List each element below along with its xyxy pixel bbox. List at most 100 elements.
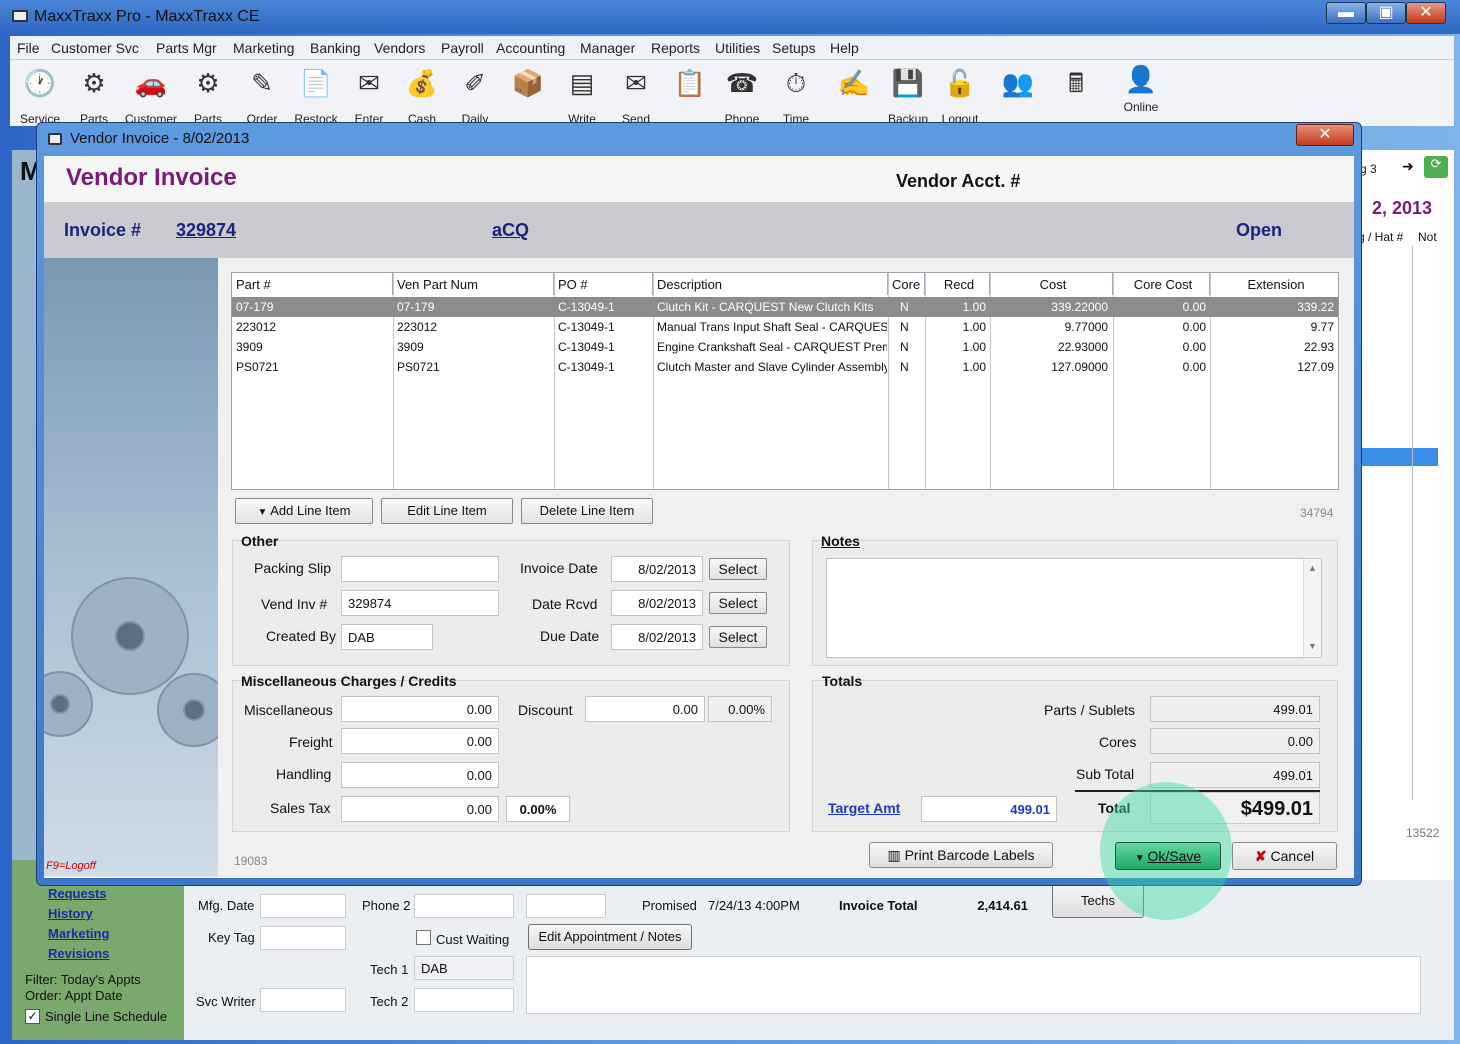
- notes-scrollbar[interactable]: ▲ ▼: [1303, 559, 1321, 657]
- column-header-cost[interactable]: Cost: [990, 273, 1113, 295]
- column-header-core[interactable]: Core: [888, 273, 925, 295]
- invoice-date-input[interactable]: 8/02/2013: [611, 556, 703, 582]
- table-row[interactable]: 3909 3909 C-13049-1 Engine Crankshaft Se…: [232, 337, 1338, 357]
- nav-history-link[interactable]: History: [48, 906, 93, 921]
- nav-marketing-link[interactable]: Marketing: [48, 926, 109, 941]
- nav-revisions-link[interactable]: Revisions: [48, 946, 109, 961]
- toolbar-daily-button[interactable]: ✐ Daily: [449, 64, 501, 126]
- freight-input[interactable]: 0.00: [341, 728, 499, 754]
- vendor-code-link[interactable]: aCQ: [492, 220, 529, 241]
- menu-marketing[interactable]: Marketing: [233, 40, 294, 56]
- edit-line-item-button[interactable]: Edit Line Item: [381, 498, 513, 524]
- date-rcvd-input[interactable]: 8/02/2013: [611, 590, 703, 616]
- target-amt-link[interactable]: Target Amt: [828, 800, 900, 816]
- print-barcode-button[interactable]: ▥ Print Barcode Labels: [869, 842, 1053, 868]
- blank-field[interactable]: [526, 894, 606, 918]
- toolbar-enter-button[interactable]: ✉ Enter: [343, 64, 395, 126]
- table-row[interactable]: 223012 223012 C-13049-1 Manual Trans Inp…: [232, 317, 1338, 337]
- refresh-icon[interactable]: ⟳: [1424, 156, 1448, 178]
- tech1-field[interactable]: DAB: [414, 956, 514, 980]
- toolbar-backup-button[interactable]: 💾 Backup: [882, 64, 934, 126]
- menu-banking[interactable]: Banking: [310, 40, 361, 56]
- sales-tax-input[interactable]: 0.00: [341, 796, 499, 822]
- menu-accounting[interactable]: Accounting: [496, 40, 565, 56]
- vend-inv-input[interactable]: 329874: [341, 590, 499, 616]
- toolbar-users-button[interactable]: 👥: [992, 64, 1044, 124]
- minimize-button[interactable]: ▬: [1326, 2, 1366, 24]
- scroll-up-icon[interactable]: ▲: [1308, 563, 1317, 573]
- next-arrow-icon[interactable]: ➜: [1402, 158, 1414, 175]
- toolbar-online-help-button[interactable]: 👤 Online: [1115, 60, 1167, 120]
- column-header-recd[interactable]: Recd: [925, 273, 990, 295]
- close-x-icon: ✘: [1254, 848, 1271, 864]
- svc-writer-field[interactable]: [260, 988, 346, 1012]
- close-button[interactable]: ✕: [1406, 2, 1446, 24]
- menu-setups[interactable]: Setups: [772, 40, 816, 56]
- menu-payroll[interactable]: Payroll: [441, 40, 484, 56]
- table-row[interactable]: PS0721 PS0721 C-13049-1 Clutch Master an…: [232, 357, 1338, 377]
- toolbar-cash-button[interactable]: 💰 Cash: [396, 64, 448, 126]
- toolbar-box-button[interactable]: 📦: [502, 64, 554, 124]
- scroll-down-icon[interactable]: ▼: [1308, 641, 1317, 651]
- maximize-button[interactable]: ▣: [1366, 2, 1406, 24]
- phone2-field[interactable]: [414, 894, 514, 918]
- toolbar-customer-button[interactable]: 🚗 Customer: [125, 64, 177, 126]
- single-line-checkbox[interactable]: ✓: [25, 1009, 40, 1024]
- edit-appointment-button[interactable]: Edit Appointment / Notes: [528, 924, 692, 950]
- dialog-close-button[interactable]: ✕: [1296, 124, 1354, 146]
- menu-reports[interactable]: Reports: [651, 40, 700, 56]
- selected-schedule-row[interactable]: [1356, 448, 1438, 466]
- column-header-core-cost[interactable]: Core Cost: [1113, 273, 1210, 295]
- mfg-date-field[interactable]: [260, 894, 346, 918]
- invoice-number-link[interactable]: 329874: [176, 220, 236, 241]
- toolbar-sign-button[interactable]: ✍: [828, 64, 880, 124]
- table-row[interactable]: 07-179 07-179 C-13049-1 Clutch Kit - CAR…: [232, 297, 1338, 317]
- toolbar-write-button[interactable]: ▤ Write: [556, 64, 608, 126]
- appointment-notes[interactable]: [526, 956, 1421, 1014]
- cust-waiting-checkbox[interactable]: [416, 930, 431, 945]
- add-line-item-button[interactable]: ▼ Add Line Item: [235, 498, 373, 524]
- menu-parts-mgr[interactable]: Parts Mgr: [156, 40, 217, 56]
- toolbar-time-button[interactable]: ⏱ Time: [770, 64, 822, 126]
- menu-customer-svc[interactable]: Customer Svc: [51, 40, 139, 56]
- menu-vendors[interactable]: Vendors: [374, 40, 425, 56]
- toolbar-restock-button[interactable]: 📄 Restock: [290, 64, 342, 126]
- toolbar-phone-button[interactable]: ☎ Phone: [716, 64, 768, 126]
- toolbar-clipboard-button[interactable]: 📋: [664, 64, 716, 124]
- date-rcvd-select-button[interactable]: Select: [709, 592, 767, 614]
- misc-input[interactable]: 0.00: [341, 696, 499, 722]
- created-by-input[interactable]: DAB: [341, 624, 433, 650]
- target-amt-input[interactable]: 499.01: [921, 796, 1057, 822]
- toolbar-service-button[interactable]: 🕐 Service: [14, 64, 66, 126]
- discount-input[interactable]: 0.00: [585, 696, 705, 722]
- notes-textarea[interactable]: ▲ ▼: [826, 558, 1322, 658]
- menu-utilities[interactable]: Utilities: [715, 40, 760, 56]
- column-header-po[interactable]: PO #: [554, 273, 653, 295]
- menu-file[interactable]: File: [17, 40, 40, 56]
- tech2-field[interactable]: [414, 988, 514, 1012]
- column-header-part[interactable]: Part #: [232, 273, 393, 295]
- toolbar-calculator-button[interactable]: 🖩: [1050, 64, 1102, 124]
- packing-slip-input[interactable]: [341, 556, 499, 582]
- due-date-input[interactable]: 8/02/2013: [611, 624, 703, 650]
- column-header-ven-part[interactable]: Ven Part Num: [393, 273, 554, 295]
- key-tag-field[interactable]: [260, 926, 346, 950]
- toolbar-send-button[interactable]: ✉ Send: [610, 64, 662, 126]
- cancel-button[interactable]: ✘ Cancel: [1232, 842, 1337, 870]
- toolbar-order-button[interactable]: ✎ Order: [236, 64, 288, 126]
- toolbar-logout-button[interactable]: 🔓 Logout: [934, 64, 986, 126]
- due-date-select-button[interactable]: Select: [709, 626, 767, 648]
- menu-help[interactable]: Help: [830, 40, 859, 56]
- toolbar-parts2-button[interactable]: ⚙ Parts: [182, 64, 234, 126]
- sales-tax-percent[interactable]: 0.00%: [506, 796, 570, 822]
- handling-input[interactable]: 0.00: [341, 762, 499, 788]
- menu-manager[interactable]: Manager: [580, 40, 635, 56]
- nav-requests-link[interactable]: Requests: [48, 886, 107, 901]
- toolbar-parts-button[interactable]: ⚙ Parts: [68, 64, 120, 126]
- column-header-description[interactable]: Description: [653, 273, 888, 295]
- invoice-date-select-button[interactable]: Select: [709, 558, 767, 580]
- column-header-extension[interactable]: Extension: [1210, 273, 1338, 295]
- tab-label[interactable]: g 3: [1360, 162, 1377, 176]
- ok-save-button[interactable]: ▼ Ok/Save: [1115, 842, 1221, 870]
- delete-line-item-button[interactable]: Delete Line Item: [521, 498, 653, 524]
